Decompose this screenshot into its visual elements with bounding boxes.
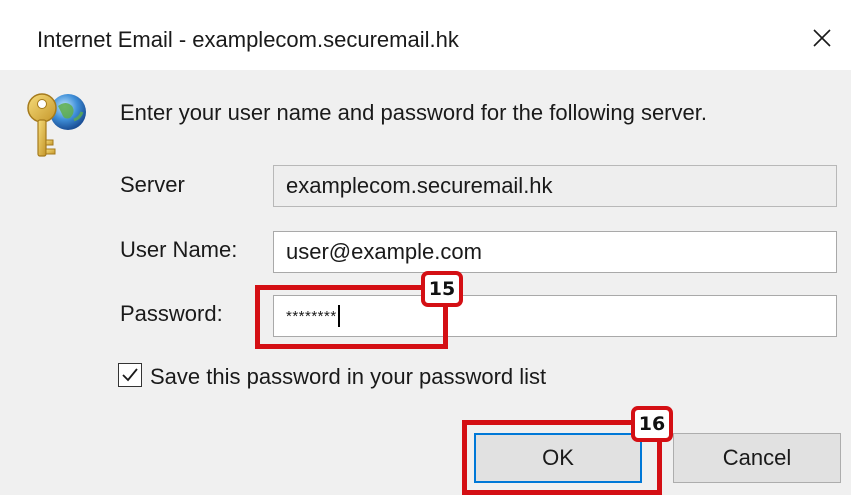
title-bar: Internet Email - examplecom.securemail.h… bbox=[0, 0, 851, 66]
cancel-button[interactable]: Cancel bbox=[673, 433, 841, 483]
key-globe-icon bbox=[22, 84, 88, 164]
username-value: user@example.com bbox=[286, 239, 482, 264]
checkmark-icon bbox=[122, 368, 138, 382]
server-label: Server bbox=[120, 172, 185, 197]
username-label: User Name: bbox=[120, 237, 238, 262]
step-15-marker: 15 bbox=[421, 271, 463, 307]
dialog-prompt: Enter your user name and password for th… bbox=[120, 100, 707, 125]
close-button[interactable] bbox=[800, 18, 844, 58]
close-icon bbox=[813, 29, 831, 47]
save-password-label[interactable]: Save this password in your password list bbox=[150, 364, 546, 390]
window-title: Internet Email - examplecom.securemail.h… bbox=[37, 27, 459, 52]
step-16-marker: 16 bbox=[631, 406, 673, 442]
password-highlight-box bbox=[255, 285, 448, 349]
password-label: Password: bbox=[120, 301, 223, 326]
server-value: examplecom.securemail.hk bbox=[286, 173, 553, 198]
username-input[interactable]: user@example.com bbox=[273, 231, 837, 273]
server-field: examplecom.securemail.hk bbox=[273, 165, 837, 207]
save-password-checkbox[interactable] bbox=[118, 363, 142, 387]
